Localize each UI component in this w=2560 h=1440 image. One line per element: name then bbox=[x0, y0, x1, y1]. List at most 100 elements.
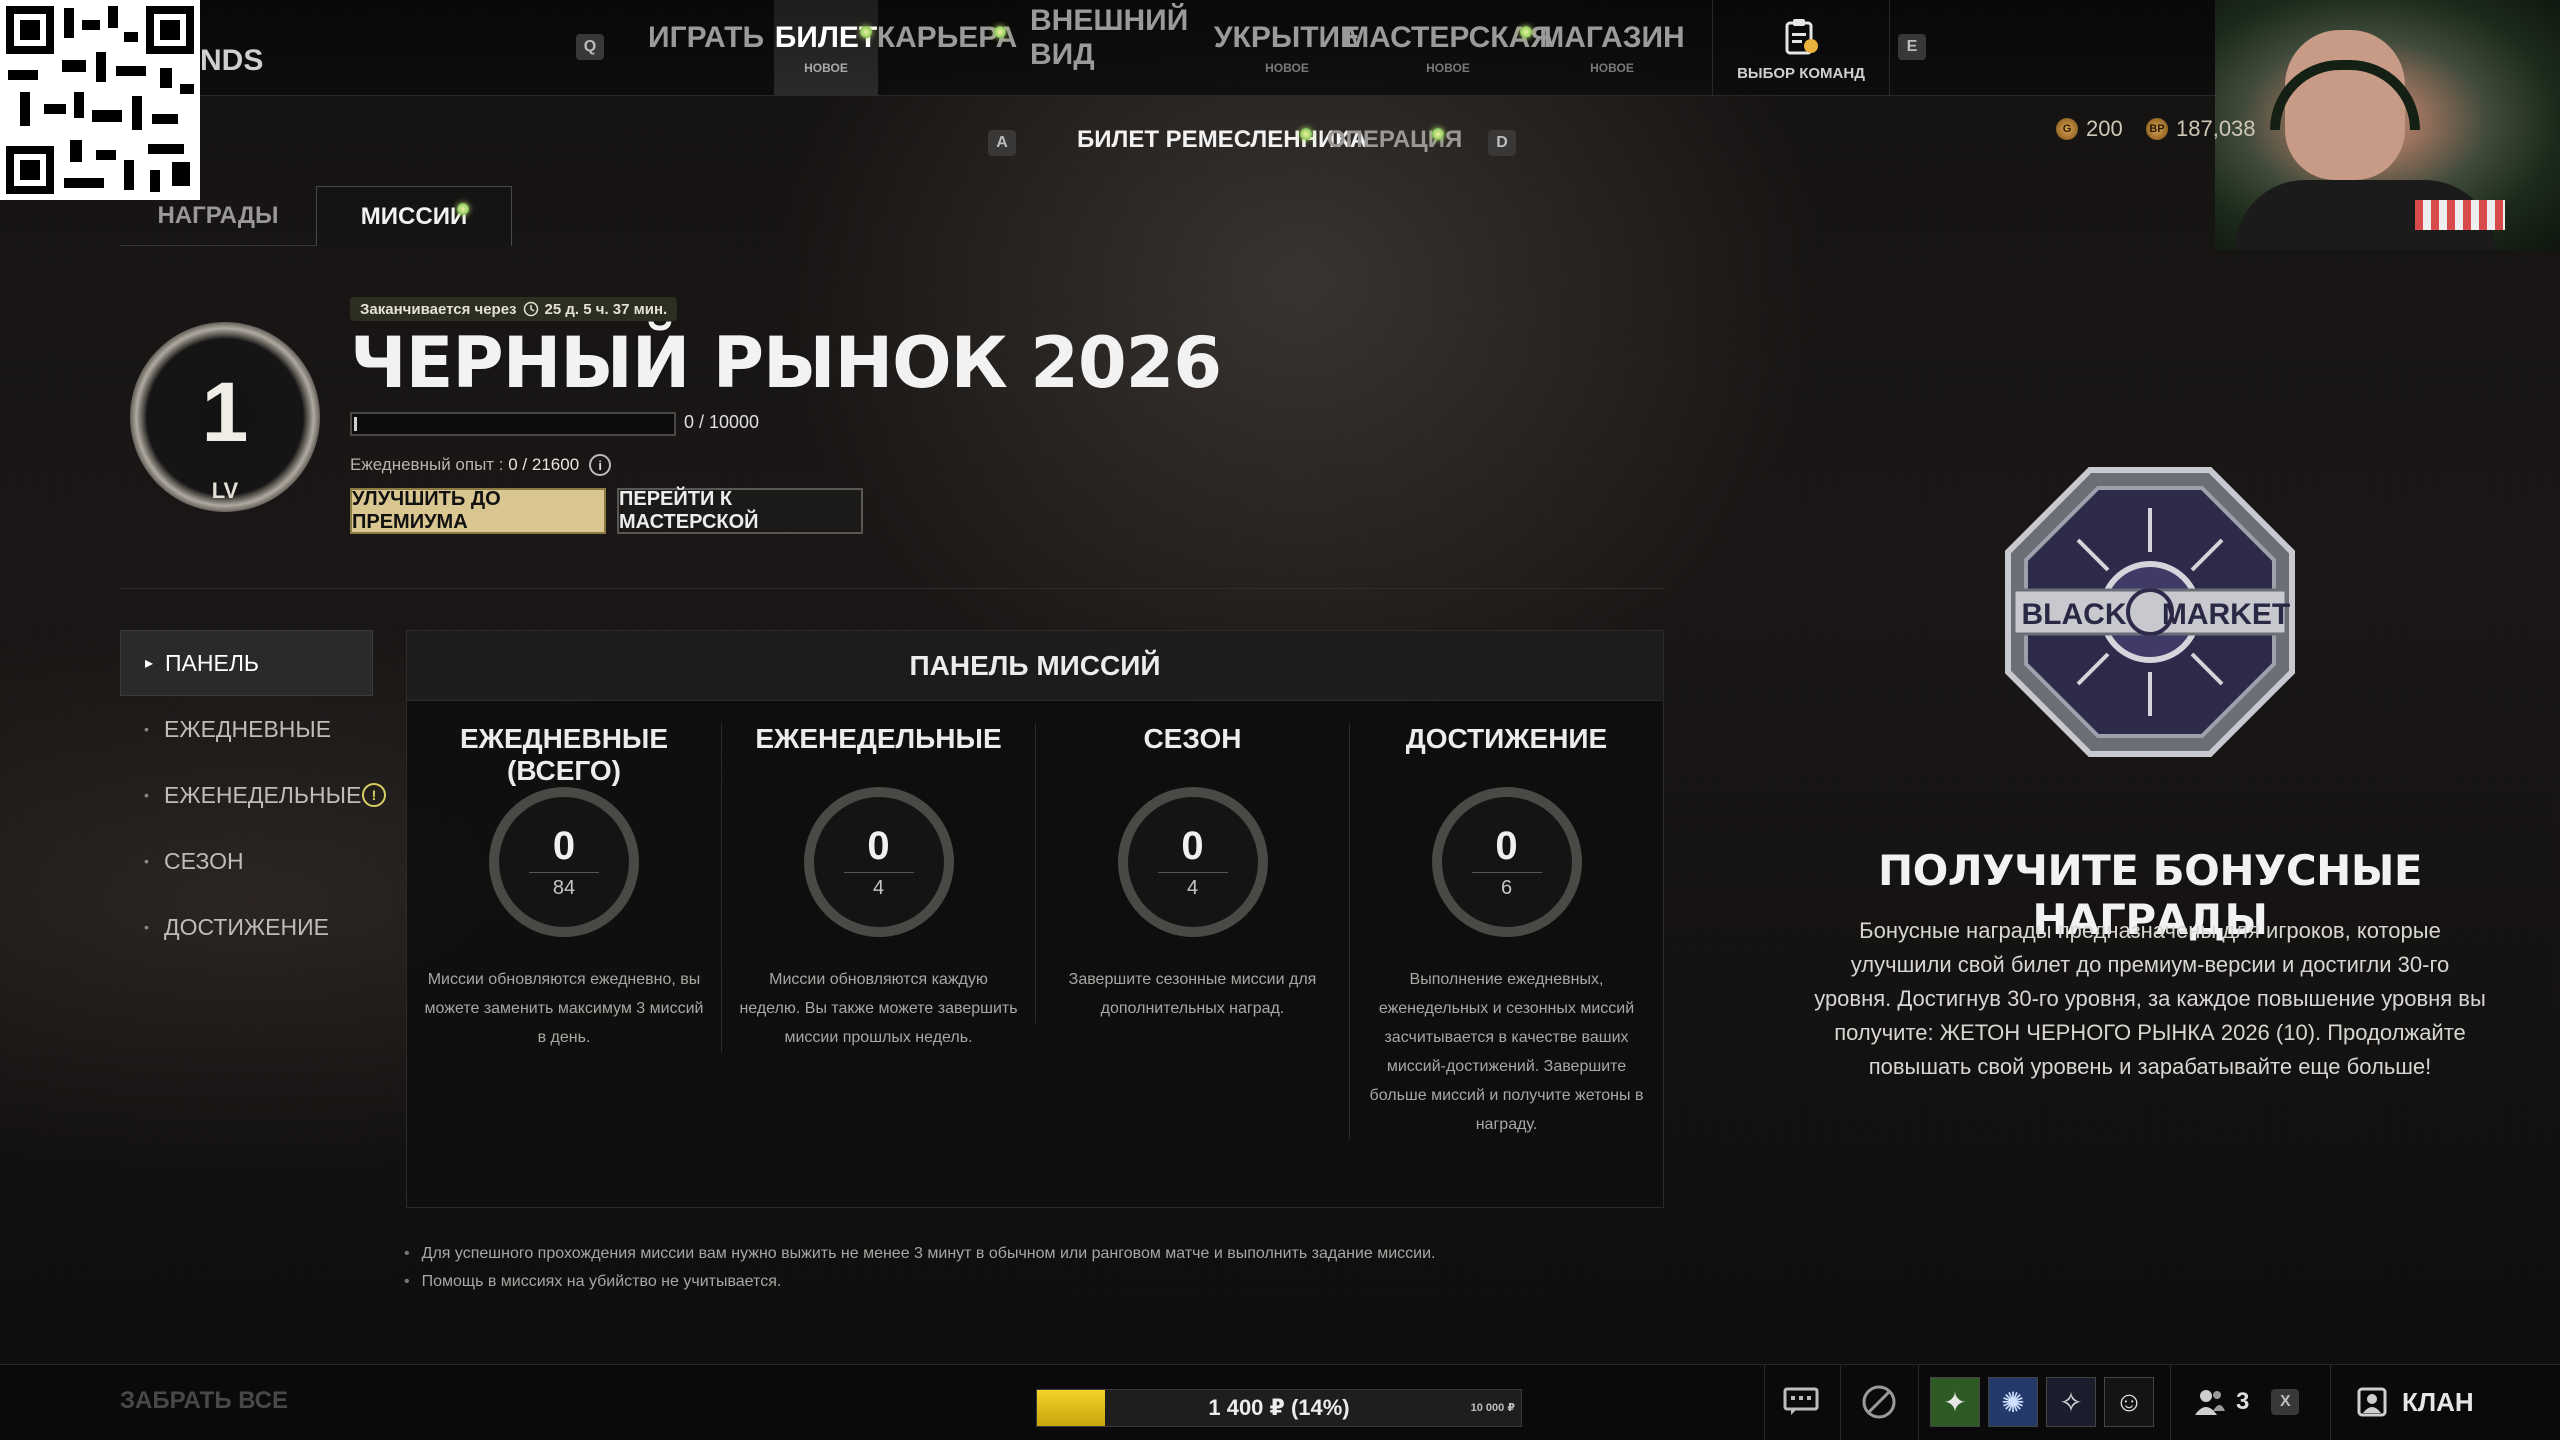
nav-tab-workshop[interactable]: МАСТЕРСКАЯ НОВОЕ bbox=[1344, 0, 1552, 96]
g-coin-balance: G 200 bbox=[2056, 116, 2123, 142]
new-indicator-icon bbox=[994, 26, 1006, 38]
mission-column-achievement[interactable]: ДОСТИЖЕНИЕ 0 6 Выполнение ежедневных, еж… bbox=[1349, 723, 1663, 1139]
nav-tab-sub: НОВОЕ bbox=[804, 61, 848, 75]
missions-sidebar: ▸ ПАНЕЛЬ • ЕЖЕДНЕВНЫЕ • ЕЖЕНЕДЕЛЬНЫЕ ! •… bbox=[120, 630, 386, 960]
counter-total: 84 bbox=[552, 877, 576, 899]
column-description: Миссии обновляются каждую неделю. Вы так… bbox=[739, 971, 1018, 1046]
tab-missions-label: МИССИИ bbox=[360, 202, 468, 230]
sidebar-item-achievement[interactable]: • ДОСТИЖЕНИЕ bbox=[120, 894, 373, 960]
level-label: LV bbox=[211, 478, 239, 503]
nav-tab-sub: НОВОЕ bbox=[1590, 61, 1634, 75]
chat-icon[interactable] bbox=[1778, 1379, 1824, 1425]
counter-total: 6 bbox=[1500, 877, 1513, 899]
sidebar-item-daily[interactable]: • ЕЖЕДНЕВНЫЕ bbox=[120, 696, 373, 762]
sidebar-item-label: ЕЖЕНЕДЕЛЬНЫЕ bbox=[164, 781, 362, 808]
sidebar-item-label: ДОСТИЖЕНИЕ bbox=[164, 913, 329, 940]
clan-label: КЛАН bbox=[2402, 1386, 2474, 1417]
season-expiry: Заканчивается через 25 д. 5 ч. 37 мин. bbox=[350, 297, 678, 321]
expiry-label: Заканчивается через bbox=[360, 300, 517, 318]
counter-total: 4 bbox=[872, 877, 885, 899]
daily-xp-value: 0 / 21600 bbox=[508, 455, 580, 474]
column-title: ДОСТИЖЕНИЕ bbox=[1405, 723, 1608, 754]
bullet-icon: • bbox=[144, 721, 149, 737]
brand-logo-text: NDS bbox=[200, 44, 264, 77]
mission-counter: 0 6 bbox=[1431, 787, 1582, 937]
clan-button[interactable]: КЛАН bbox=[2356, 1379, 2474, 1425]
mission-notes: Для успешного прохождения миссии вам нуж… bbox=[404, 1240, 1436, 1296]
xp-progress-text: 0 / 10000 bbox=[684, 412, 760, 432]
nav-tab-label: ИГРАТЬ bbox=[648, 21, 765, 54]
counter-done: 0 bbox=[1181, 824, 1204, 868]
party-key-hint: X bbox=[2271, 1389, 2300, 1415]
sidebar-item-panel[interactable]: ▸ ПАНЕЛЬ bbox=[120, 630, 373, 696]
emblem-eagle-green-icon[interactable]: ✦ bbox=[1930, 1377, 1980, 1427]
bullet-icon: • bbox=[144, 787, 149, 803]
go-to-workshop-button[interactable]: ПЕРЕЙТИ К МАСТЕРСКОЙ bbox=[617, 488, 863, 534]
info-icon[interactable]: i bbox=[589, 454, 612, 476]
daily-xp-label: Ежедневный опыт : bbox=[350, 455, 509, 474]
sidebar-item-season[interactable]: • СЕЗОН bbox=[120, 828, 373, 894]
counter-done: 0 bbox=[1495, 824, 1518, 868]
mission-counter: 0 84 bbox=[489, 787, 639, 937]
emblem-star-icon[interactable]: ✺ bbox=[1988, 1377, 2038, 1427]
nav-tab-shop[interactable]: МАГАЗИН НОВОЕ bbox=[1539, 0, 1684, 96]
mission-column-weekly[interactable]: ЕЖЕНЕДЕЛЬНЫЕ 0 4 Миссии обновляются кажд… bbox=[721, 723, 1035, 1052]
mission-column-daily[interactable]: ЕЖЕДНЕВНЫЕ (ВСЕГО) 0 84 Миссии обновляют… bbox=[407, 723, 721, 1052]
top-nav-bar: NDS Q ИГРАТЬ БИЛЕТ НОВОЕ КАРЬЕРА ВНЕШНИЙ… bbox=[0, 0, 2560, 96]
xp-progress-bar bbox=[350, 412, 676, 436]
new-indicator-icon bbox=[457, 203, 469, 215]
bonus-progress-cap: 10 000 ₽ bbox=[1470, 1402, 1515, 1414]
emblem-eagle-icon[interactable]: ✧ bbox=[2046, 1377, 2096, 1427]
sidebar-item-label: ЕЖЕДНЕВНЫЕ bbox=[164, 715, 332, 742]
warning-icon: ! bbox=[362, 783, 386, 807]
column-title: ЕЖЕНЕДЕЛЬНЫЕ bbox=[755, 723, 1002, 754]
bp-value: 187,038 bbox=[2176, 116, 2256, 141]
nav-tab-appearance[interactable]: ВНЕШНИЙ ВИД bbox=[1030, 0, 1200, 96]
bullet-icon: • bbox=[144, 853, 149, 869]
column-description: Выполнение ежедневных, еженедельных и се… bbox=[1369, 971, 1644, 1133]
clan-icon bbox=[2357, 1387, 2387, 1417]
new-indicator-icon bbox=[1300, 128, 1312, 140]
nav-tab-play[interactable]: ИГРАТЬ bbox=[648, 0, 765, 96]
emblem-smiley-icon[interactable]: ☺ bbox=[2104, 1377, 2154, 1427]
xp-progress-fill bbox=[354, 417, 357, 431]
caret-right-icon: ▸ bbox=[145, 655, 154, 672]
black-market-badge: BLACK MARKET bbox=[2005, 467, 2295, 757]
daily-xp: Ежедневный опыт : 0 / 21600 i bbox=[350, 454, 612, 476]
team-select-button[interactable]: ВЫБОР КОМАНД bbox=[1712, 0, 1890, 96]
sidebar-item-label: ПАНЕЛЬ bbox=[165, 649, 260, 676]
nav-tab-shelter[interactable]: УКРЫТИЕ НОВОЕ bbox=[1214, 0, 1360, 96]
mission-column-season[interactable]: СЕЗОН 0 4 Завершите сезонные миссии для … bbox=[1035, 723, 1349, 1023]
sidebar-item-weekly[interactable]: • ЕЖЕНЕДЕЛЬНЫЕ ! bbox=[120, 762, 386, 828]
tab-missions[interactable]: МИССИИ bbox=[316, 186, 512, 246]
nav-tab-label: МАСТЕРСКАЯ bbox=[1344, 21, 1552, 54]
counter-done: 0 bbox=[552, 824, 576, 868]
g-coin-icon: G bbox=[2056, 118, 2078, 140]
webcam-overlay bbox=[2215, 0, 2560, 250]
nav-tab-label: ВНЕШНИЙ ВИД bbox=[1030, 4, 1189, 71]
clipboard-icon bbox=[1785, 18, 1818, 54]
divider bbox=[120, 588, 1665, 589]
season-title: ЧЕРНЫЙ РЫНОК 2026 bbox=[350, 322, 1222, 404]
nav-next-key-hint: E bbox=[1898, 34, 1926, 60]
badge-text-right: MARKET bbox=[2162, 598, 2290, 631]
claim-all-button[interactable]: ЗАБРАТЬ ВСЕ bbox=[120, 1387, 288, 1415]
g-coin-value: 200 bbox=[2086, 116, 2123, 141]
subtab-prev-key-hint: A bbox=[988, 130, 1016, 156]
nav-tab-sub: НОВОЕ bbox=[1265, 61, 1309, 75]
nav-tab-ticket[interactable]: БИЛЕТ НОВОЕ bbox=[774, 0, 878, 96]
subtab-craftsman-ticket[interactable]: БИЛЕТ РЕМЕСЛЕННИКА bbox=[1077, 126, 1367, 154]
nav-tab-sub: НОВОЕ bbox=[1426, 61, 1470, 75]
nav-tab-label: МАГАЗИН bbox=[1539, 21, 1685, 54]
compass-icon[interactable] bbox=[1856, 1379, 1902, 1425]
nav-tab-career[interactable]: КАРЬЕРА bbox=[877, 0, 1018, 96]
party-button[interactable]: 3 X bbox=[2194, 1379, 2300, 1425]
expiry-value: 25 д. 5 ч. 37 мин. bbox=[544, 300, 668, 318]
bonus-progress-bar: 1 400 ₽ (14%) 10 000 ₽ bbox=[1036, 1389, 1522, 1427]
sidebar-item-label: СЕЗОН bbox=[164, 847, 244, 874]
bullet-icon: • bbox=[144, 919, 149, 935]
column-description: Завершите сезонные миссии для дополнител… bbox=[1068, 971, 1317, 1017]
bp-balance: BP 187,038 bbox=[2146, 116, 2256, 142]
level-badge: 1 LV bbox=[130, 322, 320, 512]
upgrade-premium-button[interactable]: УЛУЧШИТЬ ДО ПРЕМИУМА bbox=[350, 488, 606, 534]
